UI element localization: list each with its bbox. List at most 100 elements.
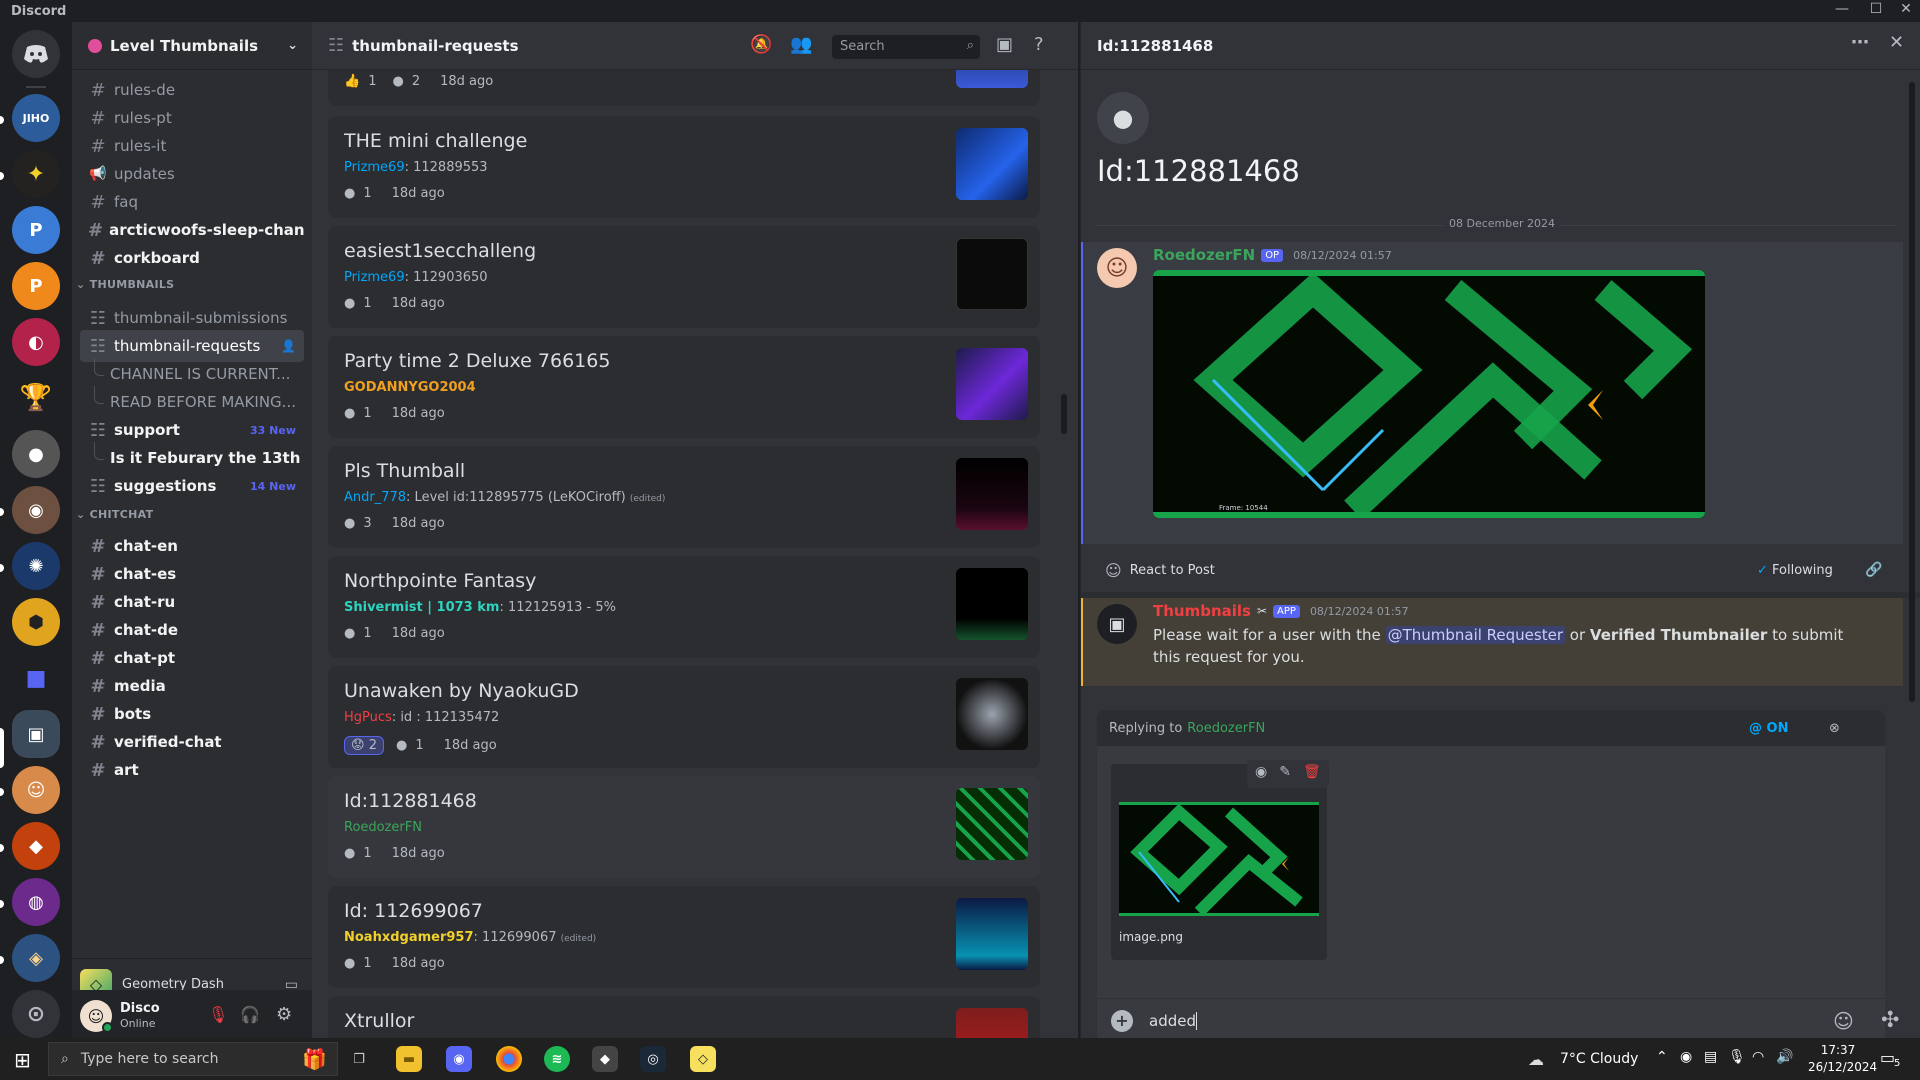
taskbar-search[interactable]: ⌕ Type here to search 🎁 [48,1042,338,1076]
reaction-chip[interactable]: 😟 2 [344,736,384,755]
channel-corkboard[interactable]: # corkboard [80,242,304,274]
guild-jiho[interactable]: JIHO [12,94,60,142]
tray-chevron-icon[interactable]: ⌃ [1656,1049,1668,1065]
cancel-reply-icon[interactable]: ⊗ [1829,721,1840,736]
channel-suggestions[interactable]: ☷ suggestions 14 New [80,470,304,502]
emoji-add-icon[interactable]: ☺ [1105,561,1122,580]
message-input[interactable]: added [1149,1012,1196,1030]
members-icon[interactable]: 👥 [790,34,812,55]
apps-icon[interactable]: ✣ [1881,1008,1899,1033]
scrollbar-thumb[interactable] [1061,394,1067,434]
server-list: JIHO ✦ P P ◐ 🏆 ● ◉ ✺ ⬢ ■ ▣ ☺ ◆ ◍ ◈ ⊙ [0,22,72,1038]
link-icon[interactable]: 🔗 [1865,562,1882,578]
task-view-icon[interactable]: ❐ [346,1046,372,1072]
discover-icon[interactable]: ⊙ [12,990,60,1038]
post-card-selected[interactable]: Id:112881468 RoedozerFN ● 1 18d ago [328,776,1040,878]
post-card[interactable]: THE mini challenge Prizme69: 112889553 ●… [328,116,1040,218]
eye-icon[interactable]: ◉ [1255,764,1267,784]
post-card[interactable]: easiest1secchalleng Prizme69: 112903650 … [328,226,1040,328]
help-icon[interactable]: ? [1034,34,1044,55]
tray-app-icon[interactable]: ▤ [1704,1049,1717,1065]
trash-icon[interactable]: 🗑 [1303,764,1321,784]
op-username[interactable]: RoedozerFN [1153,246,1255,264]
guild-blue-dark[interactable]: ✺ [12,542,60,590]
minimize-button[interactable]: — [1830,1,1854,17]
folder-icon[interactable]: ■ [12,654,60,702]
user-name: Disco [120,1001,160,1016]
guild-brown[interactable]: ◉ [12,486,60,534]
hash-icon: # [90,759,106,781]
spotify-icon[interactable]: ≋ [544,1046,570,1072]
post-meta: Prizme69: 112903650 [344,270,488,285]
guild-trophy-yellow[interactable]: ✦ [12,150,60,198]
discord-taskbar-icon[interactable]: ◉ [446,1046,472,1072]
windows-start-icon[interactable]: ⊞ [14,1048,31,1072]
thread-scrollbar[interactable] [1909,82,1915,702]
guild-red[interactable]: ◐ [12,318,60,366]
plus-icon[interactable]: + [1111,1009,1133,1032]
guild-p-blue[interactable]: P [12,206,60,254]
volume-icon[interactable]: 🔊 [1776,1049,1793,1065]
maximize-button[interactable]: ☐ [1864,1,1888,17]
guild-orange-face[interactable]: ☺ [12,766,60,814]
edit-icon[interactable]: ✎ [1279,764,1291,784]
home-button[interactable] [12,30,60,78]
category-thumbnails[interactable]: ⌄ THUMBNAILS [76,278,174,291]
category-chitchat[interactable]: ⌄ CHITCHAT [76,508,153,521]
avatar[interactable]: ☺ [1097,248,1137,288]
server-header[interactable]: Level Thumbnails ⌄ [72,22,312,70]
notification-muted-icon[interactable]: 🔕 [750,34,772,55]
guild-trophy[interactable]: 🏆 [12,374,60,422]
post-card[interactable]: Pls Thumball Andr_778: Level id:11289577… [328,446,1040,548]
role-mention[interactable]: @Thumbnail Requester [1385,626,1565,644]
close-icon[interactable]: ✕ [1889,32,1904,53]
microphone-icon[interactable]: 🎙 [1728,1049,1746,1065]
post-card[interactable]: Unawaken by NyaokuGD HgPucs: id : 112135… [328,666,1040,768]
bot-username[interactable]: Thumbnails [1153,602,1251,620]
hash-icon: # [90,79,106,101]
deafen-icon[interactable]: 🎧 [240,1005,260,1024]
emoji-icon[interactable]: ☺ [1833,1009,1854,1033]
add-member-icon[interactable]: 👤 [281,339,296,353]
channel-art[interactable]: # art [80,754,304,786]
post-card[interactable]: Xtrullor [328,996,1040,1038]
post-card[interactable]: Party time 2 Deluxe 766165 GODANNYGO2004… [328,336,1040,438]
gear-icon[interactable]: ⚙ [276,1004,292,1025]
inbox-icon[interactable]: ▣ [996,34,1013,55]
message-composer[interactable]: + added ☺ [1097,998,1885,1042]
chevron-down-icon[interactable]: ⌄ [287,38,298,53]
tray-record-icon[interactable]: ◉ [1680,1049,1692,1065]
guild-purple[interactable]: ◍ [12,878,60,926]
weather-text[interactable]: 7°C Cloudy [1560,1051,1638,1067]
guild-level-thumbnails[interactable]: ▣ [12,710,60,758]
guild-geometry[interactable]: ◈ [12,934,60,982]
post-card[interactable]: Northpointe Fantasy Shivermist | 1073 km… [328,556,1040,658]
selected-pill [0,728,4,768]
search-input[interactable]: Search ⌕ [832,35,980,59]
post-card[interactable]: Id: 112699067 Noahxdgamer957: 112699067 … [328,886,1040,988]
close-window-button[interactable]: ✕ [1894,1,1918,17]
reply-ping-toggle[interactable]: @ ON [1749,721,1788,736]
react-to-post-button[interactable]: React to Post [1130,563,1215,578]
mute-mic-icon[interactable]: 🎙 [208,1005,228,1024]
geometry-dash-taskbar-icon[interactable]: ◇ [690,1046,716,1072]
guild-grey[interactable]: ● [12,430,60,478]
post-card[interactable]: 👍 1 ● 2 18d ago [328,70,1040,106]
guild-p-orange[interactable]: P [12,262,60,310]
steam-icon[interactable]: ◎ [640,1046,666,1072]
more-options-icon[interactable]: ⋯ [1851,32,1869,53]
wifi-icon[interactable]: ◠ [1752,1049,1764,1065]
op-image-attachment[interactable]: Frame: 10544 [1153,270,1705,518]
clock[interactable]: 17:37 26/12/2024 [1808,1042,1877,1076]
app-icon[interactable]: ◆ [592,1046,618,1072]
avatar[interactable]: ▣ [1097,604,1137,644]
avatar[interactable]: ☺ [80,1000,113,1033]
following-button[interactable]: ✓ Following [1757,563,1833,578]
chrome-icon[interactable] [496,1046,522,1072]
file-explorer-icon[interactable]: ▬ [396,1046,422,1072]
guild-hex-yellow[interactable]: ⬢ [12,598,60,646]
window-title: Discord [11,4,67,19]
guild-orange[interactable]: ◆ [12,822,60,870]
post-title: Northpointe Fantasy [344,570,537,592]
notification-icon[interactable]: ▭ [1880,1048,1895,1067]
